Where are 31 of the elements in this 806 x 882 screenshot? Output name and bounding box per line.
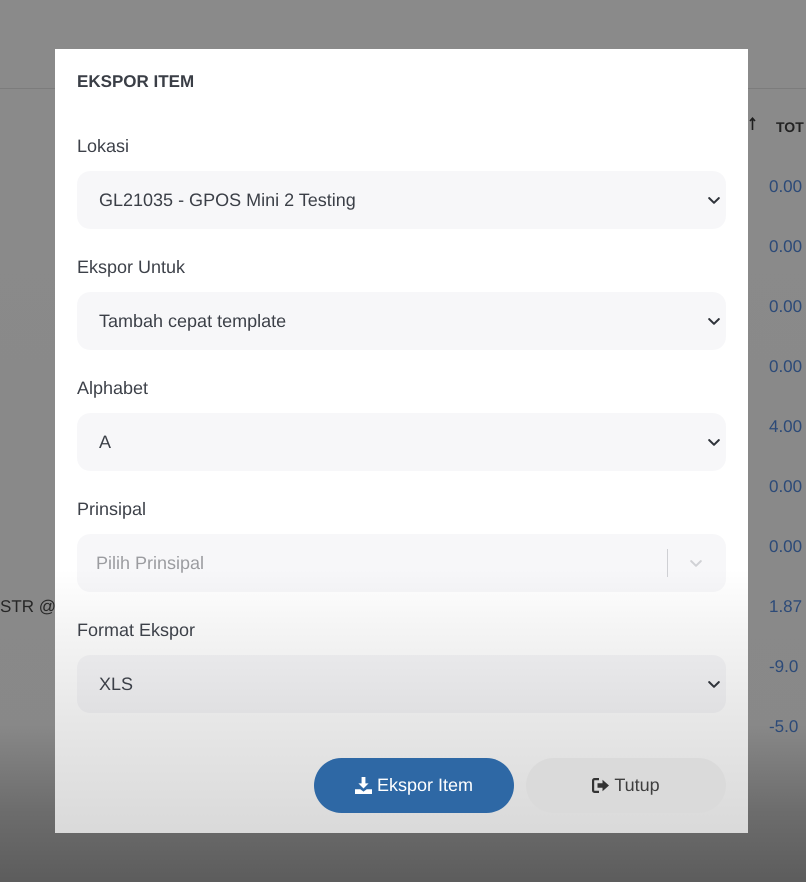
amount-text: 1.87: [769, 597, 802, 617]
amount-text: 0.00: [769, 537, 802, 557]
amount-text: -9.0: [769, 657, 798, 677]
field-label: Ekspor Untuk: [77, 256, 186, 278]
chevron-down-icon: [708, 318, 720, 324]
dropdown-field[interactable]: A: [77, 413, 726, 471]
export-button[interactable]: Ekspor Item: [314, 758, 514, 813]
chevron-down-icon: [708, 438, 720, 446]
chevron-down-icon: [708, 680, 720, 688]
chevron-down-icon: [708, 196, 720, 204]
amount-text: -5.0: [769, 717, 798, 737]
row-text: STR @: [0, 597, 56, 616]
field-label: Prinsipal: [77, 498, 148, 520]
amount-text: 0.00: [769, 177, 802, 197]
amount-text: 4.00: [769, 417, 802, 437]
amount-text: 0.00: [769, 237, 802, 257]
dialog-title: EKSPOR ITEM: [77, 71, 196, 93]
download-icon: [354, 777, 372, 794]
amount-text: 0.00: [769, 297, 802, 317]
amount-text: 0.00: [769, 357, 802, 377]
dropdown-field[interactable]: Tambah cepat template: [77, 292, 726, 350]
field-label: Format Ekspor: [77, 619, 196, 641]
chevron-down-icon: [690, 560, 702, 566]
amount-text: 0.00: [769, 477, 802, 497]
up-arrow-icon: [749, 116, 756, 130]
exit-icon: [592, 778, 610, 793]
dropdown-field[interactable]: GL21035 - GPOS Mini 2 Testing: [77, 171, 726, 229]
field-label: Lokasi: [77, 135, 130, 157]
column-header: TOT: [776, 119, 804, 135]
field-label: Alphabet: [77, 377, 150, 399]
dropdown-field[interactable]: XLS: [77, 655, 726, 713]
